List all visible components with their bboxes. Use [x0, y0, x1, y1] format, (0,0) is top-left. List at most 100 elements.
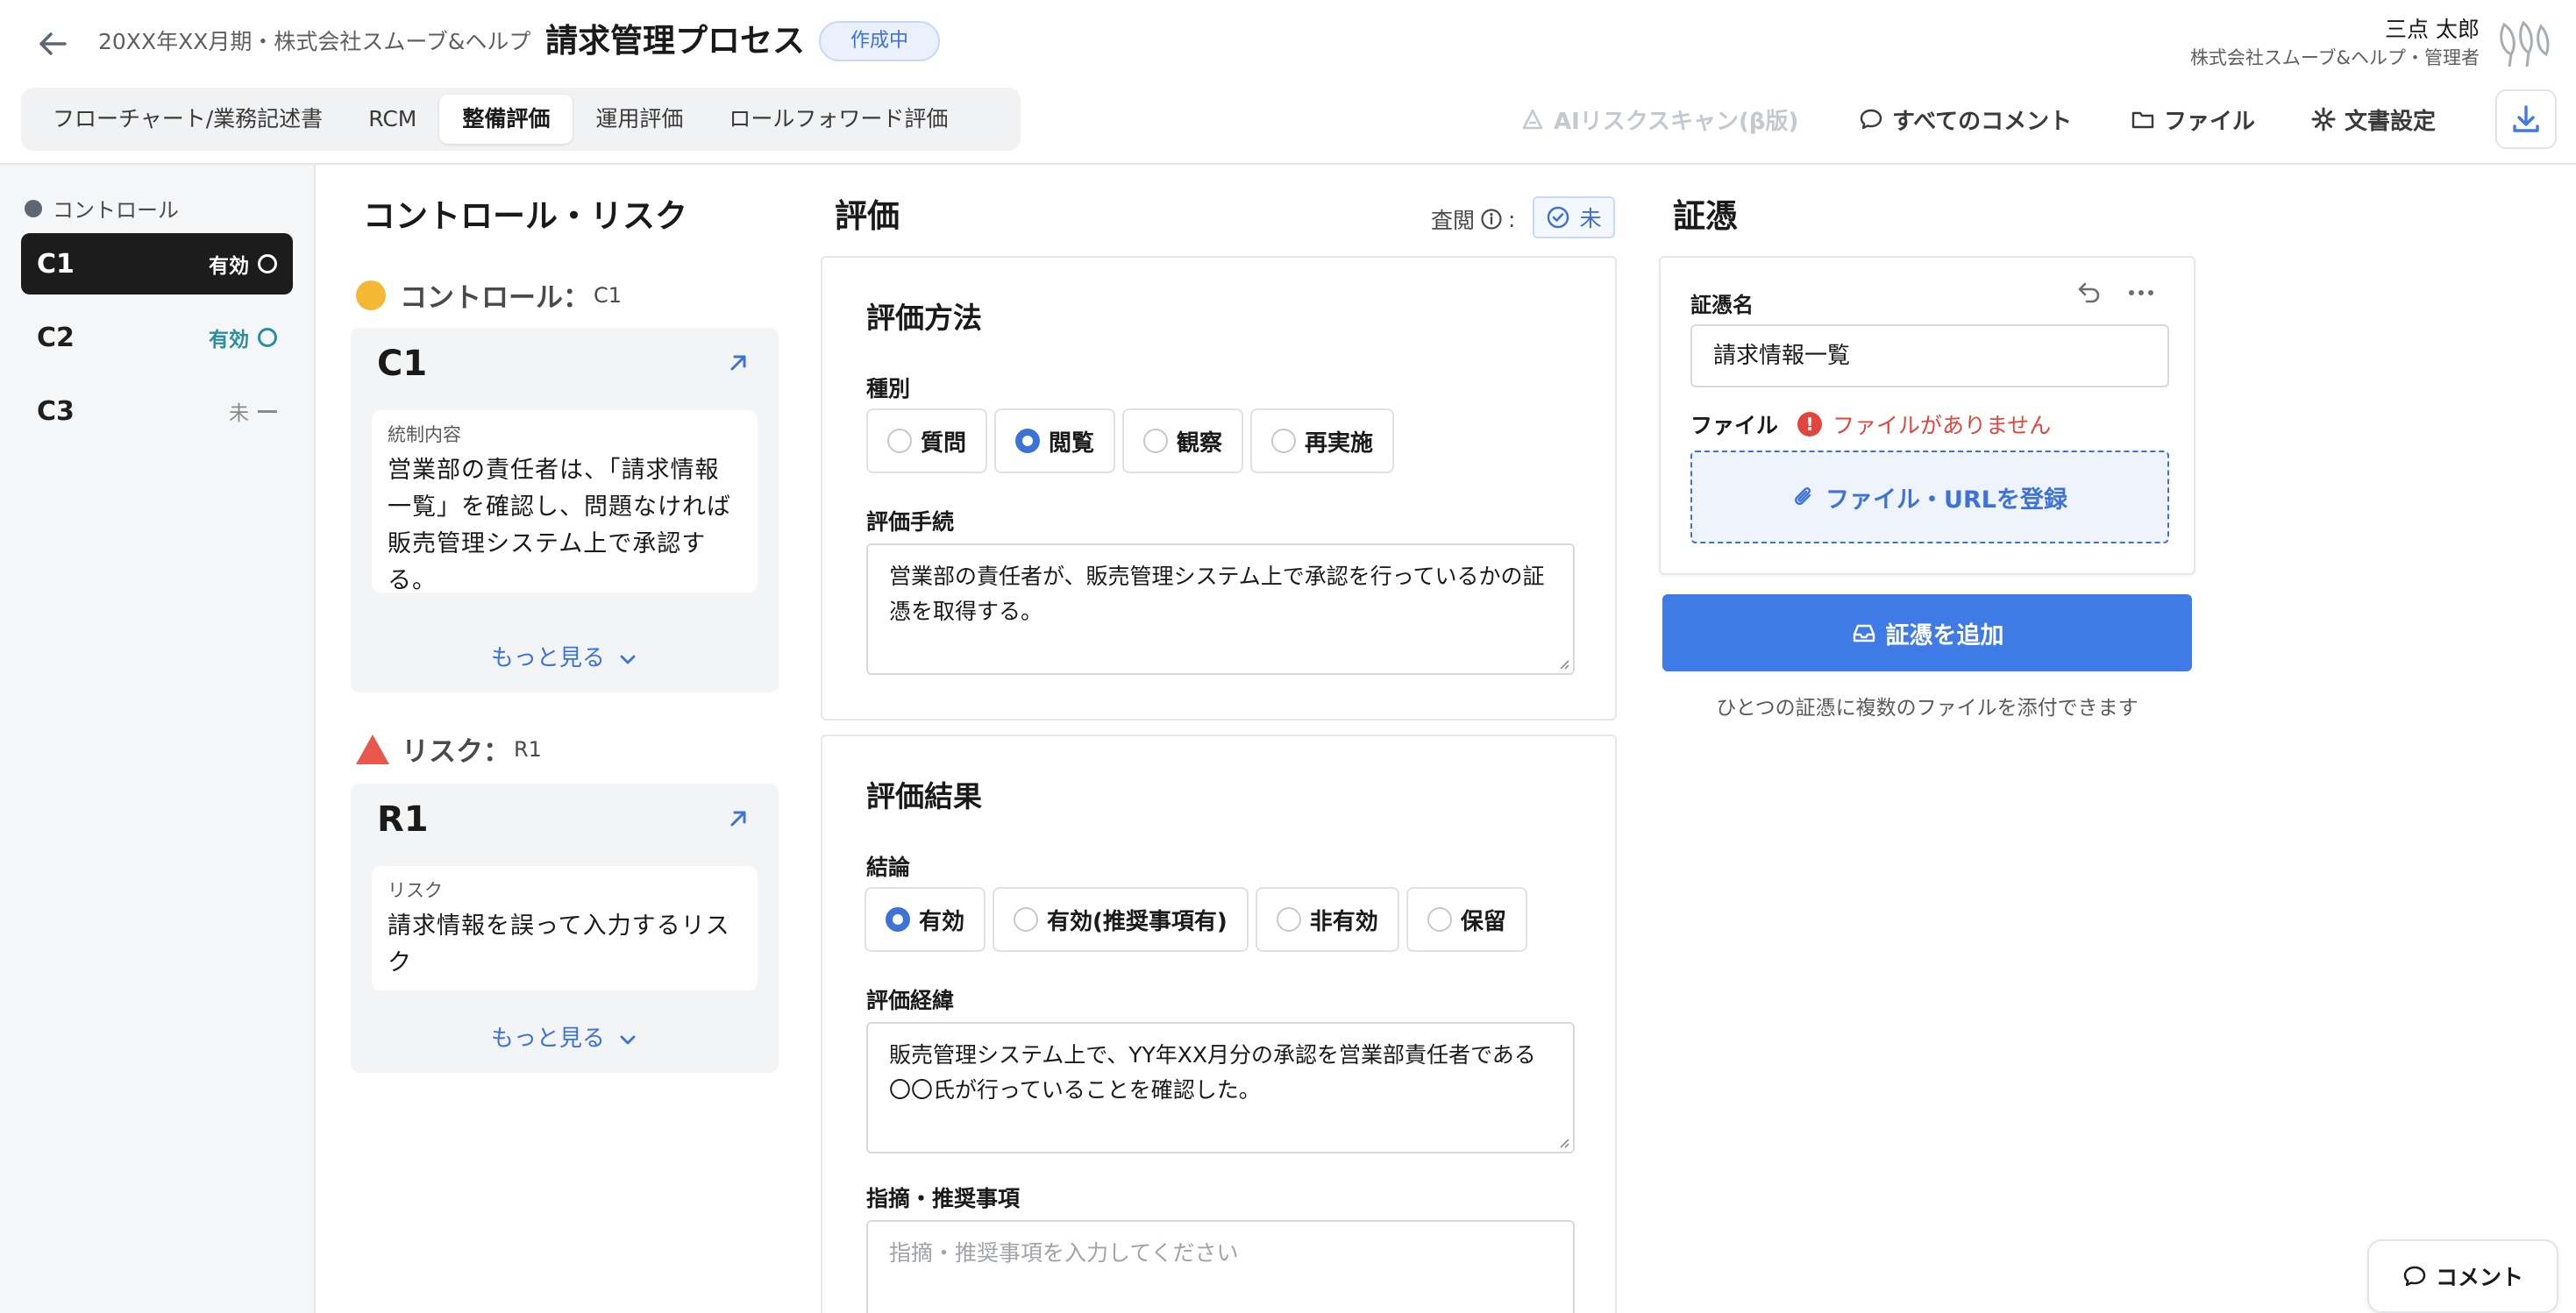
- evidence-file-label: ファイル: [1690, 413, 1779, 438]
- risk-more-link[interactable]: もっと見る: [351, 1020, 779, 1053]
- risk-label: リスク：: [402, 736, 510, 768]
- sidebar-item-status: 有効: [209, 329, 249, 351]
- procedure-label: 評価手続: [866, 509, 955, 535]
- type-option-observation[interactable]: 観察: [1122, 408, 1244, 473]
- more-label: もっと見る: [490, 1026, 605, 1052]
- conclusion-option-effective-with-recommendation[interactable]: 有効(推奨事項有): [993, 887, 1249, 952]
- ai-scan-icon: [1522, 109, 1543, 130]
- control-marker-icon: [356, 280, 386, 310]
- undo-icon[interactable]: [2073, 277, 2104, 309]
- sidebar-title: コントロール: [25, 193, 179, 224]
- type-option-inquiry[interactable]: 質問: [866, 408, 988, 473]
- add-evidence-label: 証憑を追加: [1885, 621, 2004, 649]
- download-icon: [2513, 105, 2539, 132]
- more-horizontal-icon[interactable]: [2124, 277, 2159, 309]
- status-circle-icon: [258, 254, 277, 273]
- risk-content-card: リスク 請求情報を誤って入力するリスク: [372, 866, 758, 990]
- evidence-title: 証憑: [1673, 197, 1738, 235]
- evaluation-method-panel: 評価方法 種別 質問 閲覧 観察 再実施 評価手続 営業部の責任者が、販売管理シ…: [821, 256, 1617, 720]
- check-circle-icon: [1548, 206, 1569, 229]
- procedure-textarea[interactable]: 営業部の責任者が、販売管理システム上で承認を行っているかの証憑を取得する。: [866, 543, 1575, 675]
- tab-rollforward-evaluation[interactable]: ロールフォワード評価: [706, 95, 971, 144]
- review-status-button[interactable]: 未: [1533, 196, 1615, 238]
- review-status-text: 未: [1579, 206, 1602, 231]
- type-option-reperformance[interactable]: 再実施: [1250, 408, 1395, 473]
- add-evidence-button[interactable]: 証憑を追加: [1662, 594, 2192, 671]
- control-code-small: C1: [594, 282, 623, 308]
- external-link-icon[interactable]: [724, 349, 752, 377]
- comment-button-label: コメント: [2435, 1265, 2523, 1290]
- history-label: 評価経緯: [866, 988, 955, 1013]
- control-risk-title: コントロール・リスク: [363, 197, 687, 235]
- all-comments-button[interactable]: すべてのコメント: [1859, 102, 2072, 137]
- info-icon[interactable]: [1480, 208, 1503, 231]
- evaluation-result-panel: 評価結果 結論 有効 有効(推奨事項有) 非有効 保留 評価経緯 販売管理システ…: [821, 735, 1617, 1313]
- more-label: もっと見る: [490, 645, 605, 671]
- type-option-inspection[interactable]: 閲覧: [994, 408, 1116, 473]
- conclusion-option-label: 非有効: [1309, 908, 1378, 935]
- sidebar-item-name: C2: [37, 322, 75, 353]
- radio-icon: [1014, 907, 1039, 932]
- files-button[interactable]: ファイル: [2131, 102, 2255, 137]
- error-icon: !: [1797, 412, 1823, 436]
- conclusion-option-effective[interactable]: 有効: [865, 887, 986, 952]
- evidence-hint: ひとつの証憑に複数のファイルを添付できます: [1716, 697, 2138, 720]
- resize-handle-icon[interactable]: [1557, 1136, 1569, 1148]
- evidence-name-input[interactable]: 請求情報一覧: [1690, 324, 2169, 387]
- control-content-label: 統制内容: [388, 424, 461, 445]
- tab-flowchart[interactable]: フローチャート/業務記述書: [30, 95, 345, 144]
- risk-content-text: 請求情報を誤って入力するリスク: [388, 912, 730, 976]
- evidence-file-row: ファイル ! ファイルがありません: [1690, 408, 2051, 440]
- comment-button[interactable]: コメント: [2367, 1239, 2558, 1313]
- upload-label: ファイル・URLを登録: [1825, 486, 2067, 514]
- radio-icon: [1271, 429, 1297, 453]
- document-settings-button[interactable]: 文書設定: [2311, 102, 2436, 137]
- paperclip-icon: [1795, 486, 1811, 505]
- conclusion-option-pending[interactable]: 保留: [1405, 887, 1527, 952]
- conclusion-label: 結論: [866, 855, 911, 880]
- sidebar-item-c1[interactable]: C1 有効: [21, 233, 293, 295]
- sidebar-item-status: 未: [229, 402, 249, 425]
- control-card: C1 統制内容 営業部の責任者は、「請求情報一覧」を確認し、問題なければ販売管理…: [351, 328, 779, 692]
- sidebar-item-c3[interactable]: C3 未: [21, 380, 293, 442]
- files-label: ファイル: [2164, 108, 2256, 135]
- control-sidebar: コントロール C1 有効 C2 有効 C3 未: [0, 165, 316, 1313]
- sidebar-item-status: 有効: [209, 255, 249, 278]
- chevron-down-icon: [620, 655, 636, 664]
- status-circle-icon: [258, 328, 277, 347]
- inbox-icon: [1853, 624, 1875, 642]
- conclusion-radio-group: 有効 有効(推奨事項有) 非有効 保留: [865, 887, 1534, 952]
- control-more-link[interactable]: もっと見る: [351, 640, 779, 672]
- type-label: 種別: [866, 376, 911, 401]
- tab-operation-evaluation[interactable]: 運用評価: [573, 95, 706, 144]
- download-button[interactable]: [2495, 89, 2557, 149]
- risk-code-small: R1: [514, 736, 542, 762]
- history-textarea[interactable]: 販売管理システム上で、YY年XX月分の承認を営業部責任者である〇〇氏が行っている…: [866, 1022, 1575, 1153]
- back-arrow-icon[interactable]: [33, 25, 72, 63]
- tab-rcm[interactable]: RCM: [345, 95, 439, 144]
- method-title: 評価方法: [866, 301, 982, 335]
- type-radio-group: 質問 閲覧 観察 再実施: [866, 408, 1401, 473]
- ai-risk-scan-button[interactable]: AIリスクスキャン(β版): [1520, 102, 1798, 137]
- evaluation-title: 評価: [835, 197, 900, 235]
- file-upload-zone[interactable]: ファイル・URLを登録: [1690, 451, 2169, 543]
- tab-design-evaluation[interactable]: 整備評価: [439, 95, 573, 144]
- conclusion-option-label: 有効(推奨事項有): [1047, 908, 1228, 935]
- ai-risk-scan-label: AIリスクスキャン(β版): [1554, 108, 1799, 135]
- status-dash-icon: [258, 409, 277, 413]
- external-link-icon[interactable]: [724, 805, 752, 833]
- sidebar-item-c2[interactable]: C2 有効: [21, 307, 293, 368]
- radio-icon: [886, 907, 910, 932]
- gear-icon: [2311, 107, 2336, 131]
- breadcrumb[interactable]: 20XX年XX月期・株式会社スムーブ&ヘルプ: [98, 26, 530, 58]
- findings-textarea[interactable]: 指摘・推奨事項を入力してください: [866, 1220, 1575, 1313]
- conclusion-option-ineffective[interactable]: 非有効: [1255, 887, 1399, 952]
- radio-icon: [1143, 429, 1169, 453]
- folder-icon: [2131, 111, 2154, 129]
- type-option-label: 観察: [1177, 429, 1223, 457]
- sidebar-item-name: C1: [37, 248, 75, 280]
- resize-handle-icon[interactable]: [1557, 657, 1569, 670]
- control-label: コントロール：: [400, 282, 590, 314]
- control-content-text: 営業部の責任者は、「請求情報一覧」を確認し、問題なければ販売管理システム上で承認…: [388, 457, 731, 594]
- evidence-card: 証憑名 請求情報一覧 ファイル ! ファイルがありません ファイル・URLを登録: [1659, 256, 2195, 575]
